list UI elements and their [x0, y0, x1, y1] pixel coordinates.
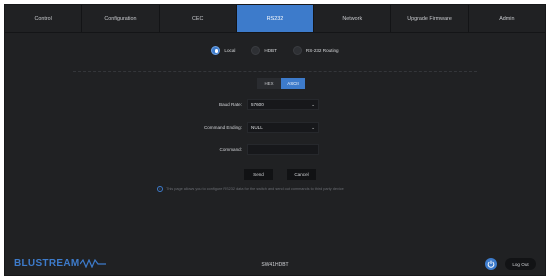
mode-routing-label: RS-232 Routing [305, 48, 339, 53]
mode-routing-option[interactable]: RS-232 Routing [292, 46, 339, 55]
baud-rate-label: Baud Rate: [219, 102, 242, 107]
command-row: Command: [5, 144, 545, 155]
send-button[interactable]: Send [244, 169, 273, 180]
info-icon: i [157, 186, 163, 192]
cancel-button[interactable]: Cancel [287, 169, 316, 180]
chevron-down-icon: ⌄ [311, 125, 315, 130]
mode-hdbt-radio[interactable] [251, 46, 261, 55]
format-toggle: HEX ASCII [257, 78, 305, 89]
baud-rate-row: Baud Rate: 57600 ⌄ [5, 99, 545, 110]
info-text: This page allows you to configure RS232 … [166, 187, 344, 191]
baud-rate-select[interactable]: 57600 ⌄ [247, 99, 319, 110]
app-window: Control Configuration CEC RS232 Network … [4, 4, 546, 276]
command-ending-select[interactable]: NULL ⌄ [247, 122, 319, 133]
power-icon [487, 260, 495, 268]
tab-admin[interactable]: Admin [469, 5, 545, 32]
mode-local-radio[interactable] [211, 46, 221, 55]
mode-local-option[interactable]: Local [211, 46, 235, 55]
command-ending-label: Command Ending: [203, 125, 242, 130]
power-button[interactable] [485, 258, 497, 270]
tab-control[interactable]: Control [5, 5, 83, 32]
format-ascii-button[interactable]: ASCII [281, 78, 305, 89]
mode-local-label: Local [224, 48, 236, 53]
command-label: Command: [219, 147, 242, 152]
format-hex-button[interactable]: HEX [257, 78, 281, 89]
tab-rs232[interactable]: RS232 [236, 5, 315, 32]
tab-network[interactable]: Network [314, 5, 392, 32]
baud-rate-value: 57600 [251, 102, 264, 107]
command-ending-value: NULL [251, 125, 263, 130]
mode-hdbt-label: HDBT [264, 48, 277, 53]
section-divider [73, 71, 477, 72]
command-input[interactable] [251, 145, 318, 154]
info-message: i This page allows you to configure RS23… [157, 186, 344, 192]
logout-button[interactable]: Log Out [505, 258, 536, 270]
tab-configuration[interactable]: Configuration [82, 5, 160, 32]
device-model: SW41HDBT [261, 262, 289, 268]
main-tabs: Control Configuration CEC RS232 Network … [5, 5, 545, 33]
command-field-wrap [247, 144, 319, 155]
chevron-down-icon: ⌄ [311, 102, 315, 107]
mode-hdbt-option[interactable]: HDBT [251, 46, 277, 55]
tab-cec[interactable]: CEC [160, 5, 237, 32]
rs232-mode-group: Local HDBT RS-232 Routing [5, 46, 545, 55]
mode-routing-radio[interactable] [292, 46, 302, 55]
footer: BLUSTREAM SW41HDBT Log Out [5, 255, 545, 275]
command-ending-row: Command Ending: NULL ⌄ [5, 122, 545, 133]
tab-upgrade-firmware[interactable]: Upgrade Firmware [391, 5, 469, 32]
